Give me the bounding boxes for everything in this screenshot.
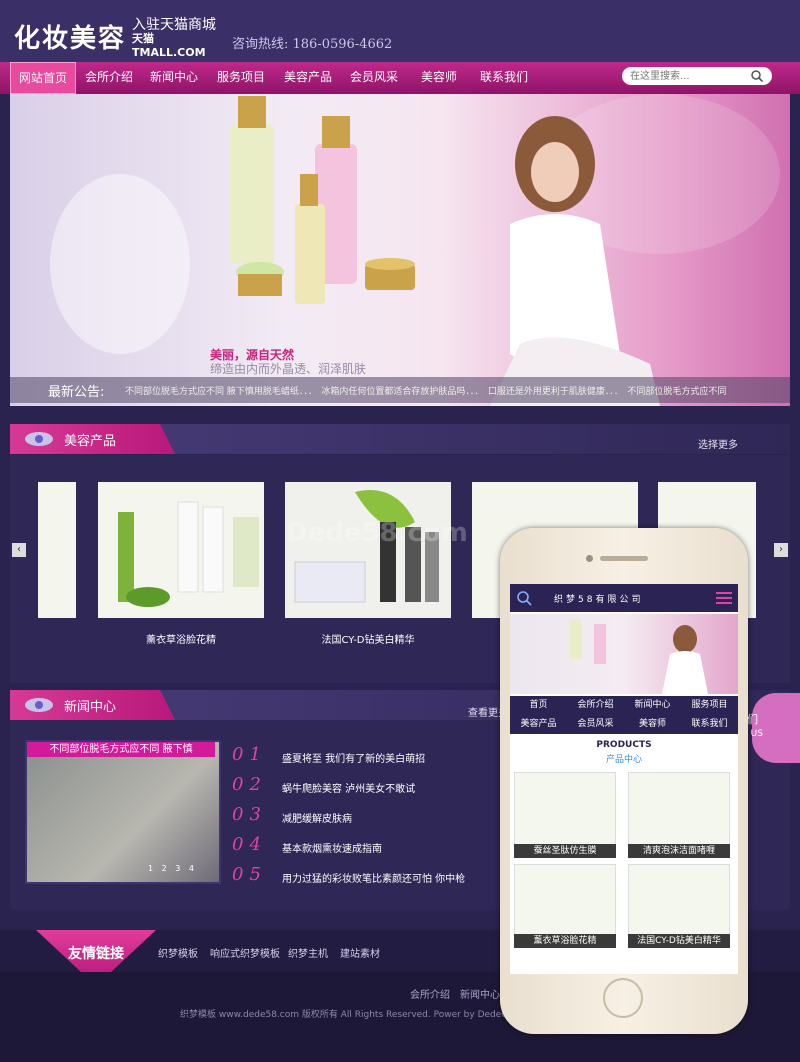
friend-link[interactable]: 建站素材 — [340, 945, 380, 960]
mobile-nav: 首页 会所介绍 新闻中心 服务项目 美容产品 会员风采 美容师 联系我们 — [510, 696, 738, 734]
pager-4[interactable]: 4 — [189, 864, 194, 873]
slideshow-pager: 1 2 3 4 — [148, 864, 194, 873]
news-item-title[interactable]: 基本款烟熏妆速成指南 — [282, 840, 382, 855]
product-name[interactable]: 薰衣草浴脸花精 — [98, 631, 264, 646]
mobile-products-title-en: PRODUCTS — [596, 740, 652, 750]
links-title: 友情链接 — [68, 946, 124, 962]
mobile-nav-item[interactable]: 会员风采 — [567, 715, 624, 734]
friend-link[interactable]: 织梦模板 — [158, 945, 198, 960]
contact-bubble[interactable]: 我们 CT US — [736, 693, 800, 763]
mobile-nav-item[interactable]: 会所介绍 — [567, 696, 624, 715]
news-item-title[interactable]: 蜗牛爬脸美容 泸州美女不敢试 — [282, 780, 415, 795]
site-logo[interactable]: 化妆美容 — [14, 18, 126, 55]
news-item-title[interactable]: 减肥缓解皮肤病 — [282, 810, 352, 825]
mobile-nav-item[interactable]: 服务项目 — [681, 696, 738, 715]
phone-home-button[interactable] — [603, 978, 643, 1018]
mobile-nav-item[interactable]: 新闻中心 — [624, 696, 681, 715]
nav-item-members[interactable]: 会员风采 — [342, 62, 406, 94]
news-item-number: 01 — [232, 744, 267, 765]
banner-slogan-sub: 缔造由内而外晶透、润泽肌肤 — [210, 362, 367, 376]
nav-item-products[interactable]: 美容产品 — [276, 62, 340, 94]
news-slideshow-caption[interactable]: 不同部位脱毛方式应不同 腋下慎 — [27, 742, 215, 757]
search-icon[interactable] — [750, 69, 764, 83]
product-card-partial[interactable] — [38, 482, 76, 618]
mobile-nav-item[interactable]: 美容师 — [624, 715, 681, 734]
notice-label: 最新公告: — [48, 385, 105, 400]
tmall-line1: 入驻天猫商城 — [132, 17, 216, 33]
news-item-number: 02 — [232, 774, 267, 795]
product-image — [285, 482, 451, 618]
mobile-search-icon[interactable] — [516, 590, 532, 606]
hero-banner[interactable]: 美丽，源自天然 缔造由内而外晶透、润泽肌肤 — [10, 94, 790, 406]
mobile-products-title-cn: 产品中心 — [605, 755, 642, 765]
nav-item-home[interactable]: 网站首页 — [10, 62, 76, 94]
news-item-number: 05 — [232, 864, 267, 885]
mobile-nav-item[interactable]: 美容产品 — [510, 715, 567, 734]
nav-item-news[interactable]: 新闻中心 — [143, 62, 205, 94]
mobile-nav-item[interactable]: 联系我们 — [681, 715, 738, 734]
banner-products-illustration — [50, 94, 780, 406]
products-more-link[interactable]: 选择更多 — [698, 436, 738, 451]
search-input[interactable] — [630, 69, 748, 83]
gem-icon — [25, 698, 53, 712]
nav-item-contact[interactable]: 联系我们 — [472, 62, 536, 94]
gem-icon — [25, 432, 53, 446]
news-title: 新闻中心 — [64, 700, 117, 715]
mobile-nav-item[interactable]: 首页 — [510, 696, 567, 715]
footer-nav-link[interactable]: 会所介绍 — [410, 986, 450, 1001]
product-image — [118, 501, 259, 607]
mobile-product-label[interactable]: 法国CY-D钻美白精华 — [628, 934, 730, 948]
news-item-number: 04 — [232, 834, 267, 855]
phone-camera — [586, 555, 593, 562]
pager-3[interactable]: 3 — [175, 864, 180, 873]
search-box — [622, 67, 772, 85]
tmall-badge[interactable]: 入驻天猫商城 天猫 TMALL.COM — [132, 18, 222, 60]
phone-speaker — [600, 556, 648, 561]
watermark: Dede58.com — [286, 518, 468, 548]
phone-screen: 织梦58有限公司 首页 会所介绍 新闻中心 服务项目 美容产品 会员风采 美容师… — [510, 584, 738, 974]
friend-link[interactable]: 织梦主机 — [288, 945, 328, 960]
mobile-product-label[interactable]: 蚕丝圣肽仿生膜 — [514, 844, 616, 858]
notice-ticker[interactable]: 不同部位脱毛方式应不同 腋下慎用脱毛蜡纸．．． 冰箱内任何位置都适合存放护肤品吗… — [125, 384, 726, 397]
mobile-menu-icon[interactable] — [716, 592, 732, 604]
news-item-title[interactable]: 用力过猛的彩妆败笔比素颜还可怕 你中枪 — [282, 870, 465, 885]
mobile-product-card[interactable] — [628, 864, 730, 938]
mobile-product-label[interactable]: 薰衣草浴脸花精 — [514, 934, 616, 948]
news-slideshow-image[interactable] — [25, 740, 221, 884]
product-card[interactable] — [285, 482, 451, 618]
pager-2[interactable]: 2 — [162, 864, 167, 873]
news-item-number: 03 — [232, 804, 267, 825]
carousel-prev-button[interactable]: ‹ — [12, 543, 26, 557]
notice-bar: 最新公告: 不同部位脱毛方式应不同 腋下慎用脱毛蜡纸．．． 冰箱内任何位置都适合… — [10, 377, 790, 403]
hotline: 咨询热线: 186-0596-4662 — [232, 37, 393, 52]
mobile-company-name: 织梦58有限公司 — [554, 595, 644, 605]
footer-nav-link[interactable]: 新闻中心 — [460, 986, 500, 1001]
mobile-product-card[interactable] — [514, 772, 616, 846]
product-card[interactable] — [98, 482, 264, 618]
nav-item-about[interactable]: 会所介绍 — [78, 62, 140, 94]
mobile-product-card[interactable] — [514, 864, 616, 938]
products-section-header: 美容产品 选择更多 — [10, 424, 790, 454]
phone-mockup: 织梦58有限公司 首页 会所介绍 新闻中心 服务项目 美容产品 会员风采 美容师… — [500, 528, 748, 1034]
mobile-product-label[interactable]: 清爽泡沫洁面啫喱 — [628, 844, 730, 858]
mobile-header: 织梦58有限公司 — [510, 584, 738, 612]
mobile-product-card[interactable] — [628, 772, 730, 846]
nav-item-services[interactable]: 服务项目 — [209, 62, 273, 94]
tmall-line2: 天猫 TMALL.COM — [132, 32, 206, 59]
product-name[interactable]: 法国CY-D钻美白精华 — [285, 631, 451, 646]
friend-link[interactable]: 响应式织梦模板 — [210, 945, 280, 960]
products-title: 美容产品 — [64, 434, 117, 449]
nav-item-beauticians[interactable]: 美容师 — [410, 62, 468, 94]
news-item-title[interactable]: 盛夏将至 我们有了新的美白萌招 — [282, 750, 425, 765]
pager-1[interactable]: 1 — [148, 864, 153, 873]
mobile-banner-image — [570, 619, 708, 694]
mobile-banner[interactable] — [510, 614, 738, 694]
carousel-next-button[interactable]: › — [774, 543, 788, 557]
